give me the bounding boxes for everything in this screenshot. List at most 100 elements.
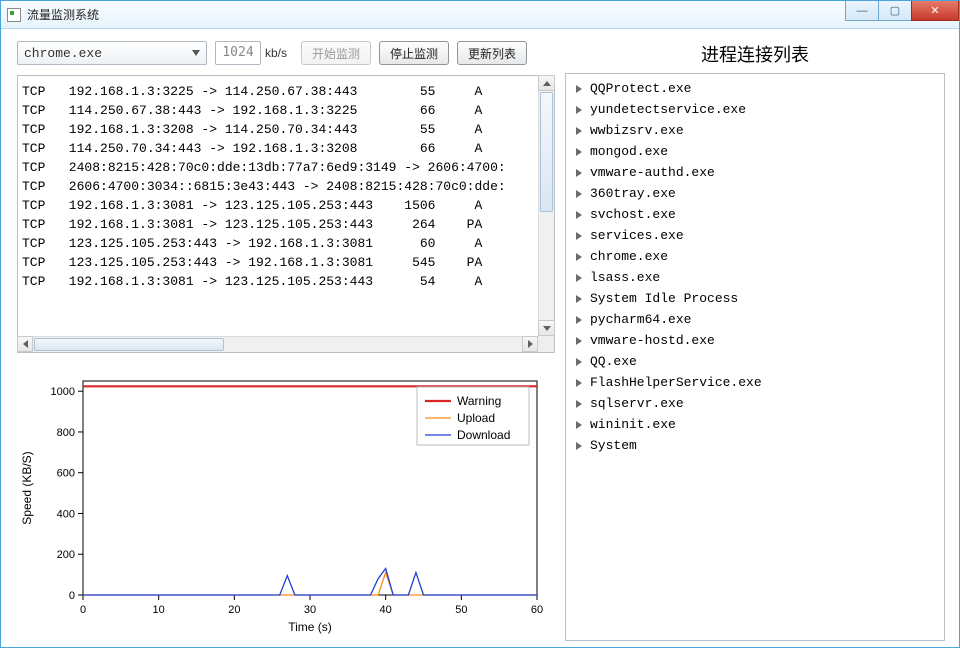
svg-text:0: 0 (69, 590, 75, 602)
process-tree-item[interactable]: sqlservr.exe (566, 393, 944, 414)
process-tree-item-label: QQProtect.exe (590, 81, 691, 96)
process-tree-item[interactable]: lsass.exe (566, 267, 944, 288)
close-button[interactable]: ✕ (911, 1, 959, 21)
process-tree-item-label: services.exe (590, 228, 684, 243)
expand-icon (576, 253, 582, 261)
scroll-left-button[interactable] (17, 336, 33, 352)
expand-icon (576, 274, 582, 282)
process-tree-item[interactable]: QQ.exe (566, 351, 944, 372)
expand-icon (576, 85, 582, 93)
minimize-button[interactable]: — (845, 1, 879, 21)
svg-text:Upload: Upload (457, 411, 495, 425)
process-tree-item-label: 360tray.exe (590, 186, 676, 201)
svg-text:30: 30 (304, 604, 316, 616)
process-select-value: chrome.exe (24, 46, 102, 61)
process-tree-item-label: vmware-hostd.exe (590, 333, 715, 348)
process-tree-item[interactable]: QQProtect.exe (566, 78, 944, 99)
svg-text:Warning: Warning (457, 394, 501, 408)
process-tree-item[interactable]: vmware-authd.exe (566, 162, 944, 183)
svg-text:600: 600 (57, 468, 75, 480)
process-tree-item-label: lsass.exe (590, 270, 660, 285)
process-tree-item-label: QQ.exe (590, 354, 637, 369)
process-tree-item-label: wwbizsrv.exe (590, 123, 684, 138)
connection-log[interactable]: TCP 192.168.1.3:3225 -> 114.250.67.38:44… (17, 75, 555, 353)
speed-chart: 010203040506002004006008001000Time (s)Sp… (17, 367, 555, 645)
process-tree-item-label: FlashHelperService.exe (590, 375, 762, 390)
process-tree-item-label: yundetectservice.exe (590, 102, 746, 117)
svg-text:60: 60 (531, 604, 543, 616)
process-tree-item[interactable]: FlashHelperService.exe (566, 372, 944, 393)
process-tree-item[interactable]: mongod.exe (566, 141, 944, 162)
process-tree-item[interactable]: services.exe (566, 225, 944, 246)
svg-text:400: 400 (57, 508, 75, 520)
client-area: chrome.exe 1024 kb/s 开始监测 停止监测 更新列表 TCP … (7, 31, 953, 645)
refresh-list-button[interactable]: 更新列表 (457, 41, 527, 65)
process-tree-item[interactable]: chrome.exe (566, 246, 944, 267)
process-tree-item-label: pycharm64.exe (590, 312, 691, 327)
expand-icon (576, 211, 582, 219)
expand-icon (576, 190, 582, 198)
expand-icon (576, 106, 582, 114)
process-select[interactable]: chrome.exe (17, 41, 207, 65)
scroll-thumb[interactable] (540, 92, 553, 212)
threshold-input[interactable]: 1024 (215, 41, 261, 65)
process-tree-item-label: wininit.exe (590, 417, 676, 432)
process-tree[interactable]: QQProtect.exe yundetectservice.exe wwbizsr… (565, 73, 945, 641)
maximize-button[interactable]: ▢ (878, 1, 912, 21)
process-tree-item-label: System (590, 438, 637, 453)
svg-text:Time (s): Time (s) (288, 620, 332, 634)
app-window: 流量监测系统 — ▢ ✕ chrome.exe 1024 kb/s 开始监测 停… (0, 0, 960, 648)
scroll-up-button[interactable] (538, 75, 555, 91)
svg-text:10: 10 (153, 604, 165, 616)
process-tree-item[interactable]: wwbizsrv.exe (566, 120, 944, 141)
process-tree-item-label: chrome.exe (590, 249, 668, 264)
process-tree-item[interactable]: System Idle Process (566, 288, 944, 309)
svg-text:0: 0 (80, 604, 86, 616)
process-tree-item-label: System Idle Process (590, 291, 738, 306)
process-tree-item-label: sqlservr.exe (590, 396, 684, 411)
svg-text:Speed (KB/S): Speed (KB/S) (20, 451, 34, 524)
process-tree-item-label: vmware-authd.exe (590, 165, 715, 180)
stop-monitor-button[interactable]: 停止监测 (379, 41, 449, 65)
svg-text:Download: Download (457, 428, 510, 442)
chevron-down-icon (192, 50, 200, 56)
titlebar[interactable]: 流量监测系统 — ▢ ✕ (1, 1, 959, 29)
expand-icon (576, 148, 582, 156)
process-tree-item[interactable]: 360tray.exe (566, 183, 944, 204)
process-tree-item[interactable]: pycharm64.exe (566, 309, 944, 330)
expand-icon (576, 421, 582, 429)
expand-icon (576, 232, 582, 240)
log-h-scrollbar[interactable] (18, 336, 538, 352)
process-list-title: 进程连接列表 (565, 41, 945, 73)
svg-text:1000: 1000 (51, 386, 75, 398)
svg-text:200: 200 (57, 549, 75, 561)
scroll-right-button[interactable] (522, 336, 538, 352)
app-icon (7, 8, 21, 22)
expand-icon (576, 337, 582, 345)
scroll-down-button[interactable] (538, 320, 555, 336)
connection-log-content: TCP 192.168.1.3:3225 -> 114.250.67.38:44… (18, 76, 538, 336)
expand-icon (576, 379, 582, 387)
start-monitor-button[interactable]: 开始监测 (301, 41, 371, 65)
expand-icon (576, 295, 582, 303)
svg-text:800: 800 (57, 427, 75, 439)
svg-text:50: 50 (455, 604, 467, 616)
expand-icon (576, 358, 582, 366)
svg-text:40: 40 (380, 604, 392, 616)
expand-icon (576, 400, 582, 408)
process-tree-item[interactable]: yundetectservice.exe (566, 99, 944, 120)
process-tree-item[interactable]: vmware-hostd.exe (566, 330, 944, 351)
expand-icon (576, 127, 582, 135)
process-tree-item[interactable]: System (566, 435, 944, 456)
process-tree-item[interactable]: wininit.exe (566, 414, 944, 435)
threshold-unit: kb/s (265, 46, 287, 60)
h-scroll-thumb[interactable] (34, 338, 224, 351)
scroll-corner (538, 336, 554, 352)
process-tree-item-label: svchost.exe (590, 207, 676, 222)
log-v-scrollbar[interactable] (538, 76, 554, 336)
process-tree-item[interactable]: svchost.exe (566, 204, 944, 225)
window-title: 流量监测系统 (27, 6, 99, 23)
process-tree-item-label: mongod.exe (590, 144, 668, 159)
expand-icon (576, 169, 582, 177)
expand-icon (576, 316, 582, 324)
